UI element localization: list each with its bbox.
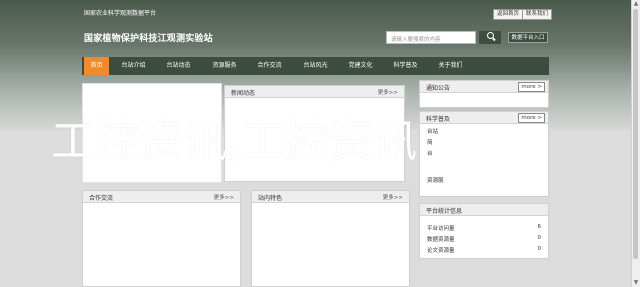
scroll-up-icon[interactable]: ▲ xyxy=(633,1,639,7)
nav-item-party[interactable]: 党建文化 xyxy=(342,57,379,75)
notice-panel: 通知公告 more > xyxy=(419,80,549,108)
nav-item-cooperation[interactable]: 合作交流 xyxy=(251,57,288,75)
main-nav: 首页 台站介绍 台站动态 资源服务 合作交流 台站风光 党建文化 科学普及 关于… xyxy=(82,57,549,75)
cooperation-panel-header: 合作交流 更多>> xyxy=(83,191,240,203)
nav-item-science[interactable]: 科学普及 xyxy=(387,57,424,75)
page: 国家农业科学观测数据平台 返回首页 联系我们 国家植物保护科技江观测实验站 请输… xyxy=(0,0,632,287)
notice-panel-title: 通知公告 xyxy=(426,85,451,92)
feature-panel: 站内特色 更多>> xyxy=(251,190,410,287)
stats-panel-title: 平台统计信息 xyxy=(426,208,463,215)
search-icon xyxy=(486,32,494,39)
data-platform-button[interactable]: 数据平台入口 xyxy=(508,32,548,43)
science-item-1[interactable]: 台站 xyxy=(427,127,438,135)
stat-data-value: 0 xyxy=(537,235,542,241)
search-input[interactable]: 请输入要搜索的内容 xyxy=(386,31,476,44)
science-panel: 科学普及 more > 台站 简 台 资源服 xyxy=(419,111,549,197)
watermark-overlay: 工控资讯,工控资讯 xyxy=(51,116,417,167)
cooperation-panel: 合作交流 更多>> xyxy=(82,190,241,287)
nav-item-about[interactable]: 关于我们 xyxy=(432,57,469,75)
nav-item-home[interactable]: 首页 xyxy=(84,57,109,75)
stat-papers-value: 0 xyxy=(537,246,542,252)
scroll-down-icon[interactable]: ▼ xyxy=(633,280,639,286)
science-item-2[interactable]: 简 xyxy=(427,138,433,146)
cooperation-more-link[interactable]: 更多>> xyxy=(214,193,234,201)
science-item-3[interactable]: 台 xyxy=(427,149,433,157)
home-link[interactable]: 返回首页 xyxy=(493,9,524,20)
science-panel-header: 科学普及 more > xyxy=(420,112,548,124)
stat-data-label: 数据资源量 xyxy=(427,237,455,243)
science-item-4[interactable]: 资源服 xyxy=(427,176,444,184)
science-more-button[interactable]: more > xyxy=(518,113,545,123)
contact-link[interactable]: 联系我们 xyxy=(522,9,553,20)
top-platform-text: 国家农业科学观测数据平台 xyxy=(84,10,157,17)
feature-panel-title: 站内特色 xyxy=(258,195,283,202)
notice-panel-header: 通知公告 more > xyxy=(420,81,548,93)
science-panel-title: 科学普及 xyxy=(426,116,451,123)
stat-visits-label: 平台访问量 xyxy=(427,226,455,232)
stats-panel-header: 平台统计信息 xyxy=(420,204,548,216)
feature-panel-header: 站内特色 更多>> xyxy=(252,191,409,203)
news-panel-title: 新闻动态 xyxy=(231,90,256,97)
notice-more-button[interactable]: more > xyxy=(518,82,545,92)
news-panel-header: 新闻动态 更多>> xyxy=(225,86,404,98)
stat-papers-label: 论文资源量 xyxy=(427,248,455,254)
stat-visits-value: 6 xyxy=(537,224,542,230)
news-more-link[interactable]: 更多>> xyxy=(378,88,398,96)
feature-more-link[interactable]: 更多>> xyxy=(383,193,403,201)
vertical-scrollbar[interactable]: ▲ ▼ xyxy=(631,0,640,287)
nav-item-scenery[interactable]: 台站风光 xyxy=(297,57,334,75)
search-button[interactable] xyxy=(479,31,501,44)
scroll-thumb[interactable] xyxy=(633,9,638,259)
nav-item-resources[interactable]: 资源服务 xyxy=(206,57,243,75)
nav-item-intro[interactable]: 台站介绍 xyxy=(115,57,152,75)
nav-item-news[interactable]: 台站动态 xyxy=(160,57,197,75)
cooperation-panel-title: 合作交流 xyxy=(89,195,114,202)
site-title: 国家植物保护科技江观测实验站 xyxy=(84,34,213,44)
stats-panel: 平台统计信息 平台访问量 6 数据资源量 0 论文资源量 0 xyxy=(419,203,549,259)
